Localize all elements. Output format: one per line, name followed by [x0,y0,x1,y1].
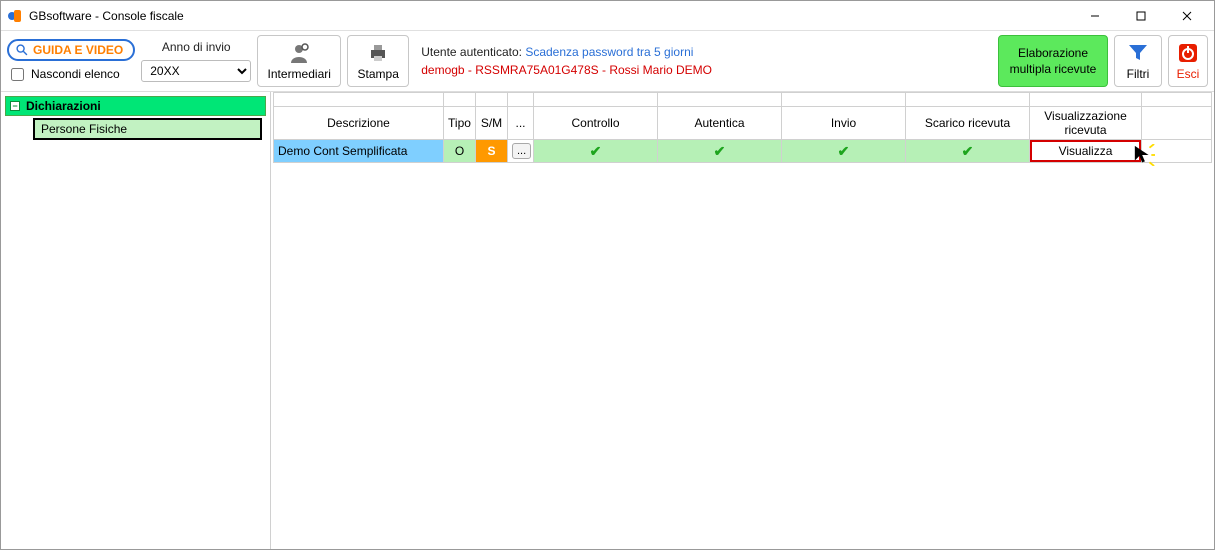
cell-scarico: ✔ [906,140,1030,163]
year-select[interactable]: 20XX [141,60,251,82]
declarations-table: Descrizione Tipo S/M ... Controllo Auten… [273,92,1212,163]
window-title: GBsoftware - Console fiscale [29,9,184,23]
printer-icon [366,41,390,65]
search-icon [15,43,29,57]
elab-label-line2: multipla ricevute [1010,62,1097,76]
th-visualizzazione[interactable]: Visualizzazione ricevuta [1030,107,1142,140]
elab-label-line1: Elaborazione [1018,46,1088,60]
window-close-button[interactable] [1164,1,1210,31]
th-invio[interactable]: Invio [782,107,906,140]
th-tipo[interactable]: Tipo [444,107,476,140]
cell-visualizzazione[interactable]: Visualizza [1030,140,1142,163]
th-scarico[interactable]: Scarico ricevuta [906,107,1030,140]
cell-tipo: O [444,140,476,163]
intermediari-button[interactable]: Intermediari [257,35,341,87]
sidebar-tree: − Dichiarazioni Persone Fisiche [1,92,271,549]
table-row[interactable]: Demo Cont Semplificata O S ... ✔ ✔ ✔ [274,140,1212,163]
window-minimize-button[interactable] [1072,1,1118,31]
check-icon: ✔ [962,143,974,159]
window-maximize-button[interactable] [1118,1,1164,31]
check-icon: ✔ [714,143,726,159]
collapse-icon[interactable]: − [10,101,20,111]
guide-video-label: GUIDA E VIDEO [33,43,123,57]
power-icon [1176,41,1200,65]
visualizza-button[interactable]: Visualizza [1030,140,1141,162]
cell-invio: ✔ [782,140,906,163]
hide-list-checkbox[interactable] [11,68,24,81]
esci-label: Esci [1177,67,1200,81]
cell-descrizione[interactable]: Demo Cont Semplificata [274,140,444,163]
cell-controllo: ✔ [534,140,658,163]
auth-detail: demogb - RSSMRA75A01G478S - Rossi Mario … [421,63,992,77]
tree-root[interactable]: − Dichiarazioni [5,96,266,116]
stampa-label: Stampa [358,67,399,81]
titlebar: GBsoftware - Console fiscale [1,1,1214,31]
top-toolbar: GUIDA E VIDEO Nascondi elenco Anno di in… [1,31,1214,92]
gear-person-icon [287,41,311,65]
cell-empty [1142,140,1212,163]
filtri-button[interactable]: Filtri [1114,35,1162,87]
th-visualizzazione-l2: ricevuta [1034,123,1137,137]
th-more[interactable]: ... [508,107,534,140]
tree-child-persone-fisiche[interactable]: Persone Fisiche [33,118,262,140]
auth-label: Utente autenticato: [421,45,522,59]
th-descrizione[interactable]: Descrizione [274,107,444,140]
year-label: Anno di invio [162,40,231,54]
tree-child-label: Persone Fisiche [41,122,127,136]
filtri-label: Filtri [1127,67,1150,81]
tree-root-label: Dichiarazioni [26,99,101,113]
intermediari-label: Intermediari [268,67,331,81]
auth-info: Utente autenticato: Scadenza password tr… [415,35,992,87]
th-sm[interactable]: S/M [476,107,508,140]
app-icon [7,8,23,24]
main-pane: Descrizione Tipo S/M ... Controllo Auten… [271,92,1214,549]
hide-list-label: Nascondi elenco [31,67,120,81]
funnel-icon [1126,41,1150,65]
cell-more[interactable]: ... [508,140,534,163]
hide-list-checkbox-wrap[interactable]: Nascondi elenco [7,65,135,84]
elaborazione-button[interactable]: Elaborazione multipla ricevute [998,35,1108,87]
esci-button[interactable]: Esci [1168,35,1208,87]
check-icon: ✔ [838,143,850,159]
cell-autentica: ✔ [658,140,782,163]
th-autentica[interactable]: Autentica [658,107,782,140]
check-icon: ✔ [590,143,602,159]
stampa-button[interactable]: Stampa [347,35,409,87]
th-empty [1142,107,1212,140]
th-controllo[interactable]: Controllo [534,107,658,140]
cell-sm: S [476,140,508,163]
auth-status: Scadenza password tra 5 giorni [525,45,693,59]
th-visualizzazione-l1: Visualizzazione [1034,109,1137,123]
row-more-button[interactable]: ... [512,143,531,159]
guide-video-button[interactable]: GUIDA E VIDEO [7,39,135,61]
